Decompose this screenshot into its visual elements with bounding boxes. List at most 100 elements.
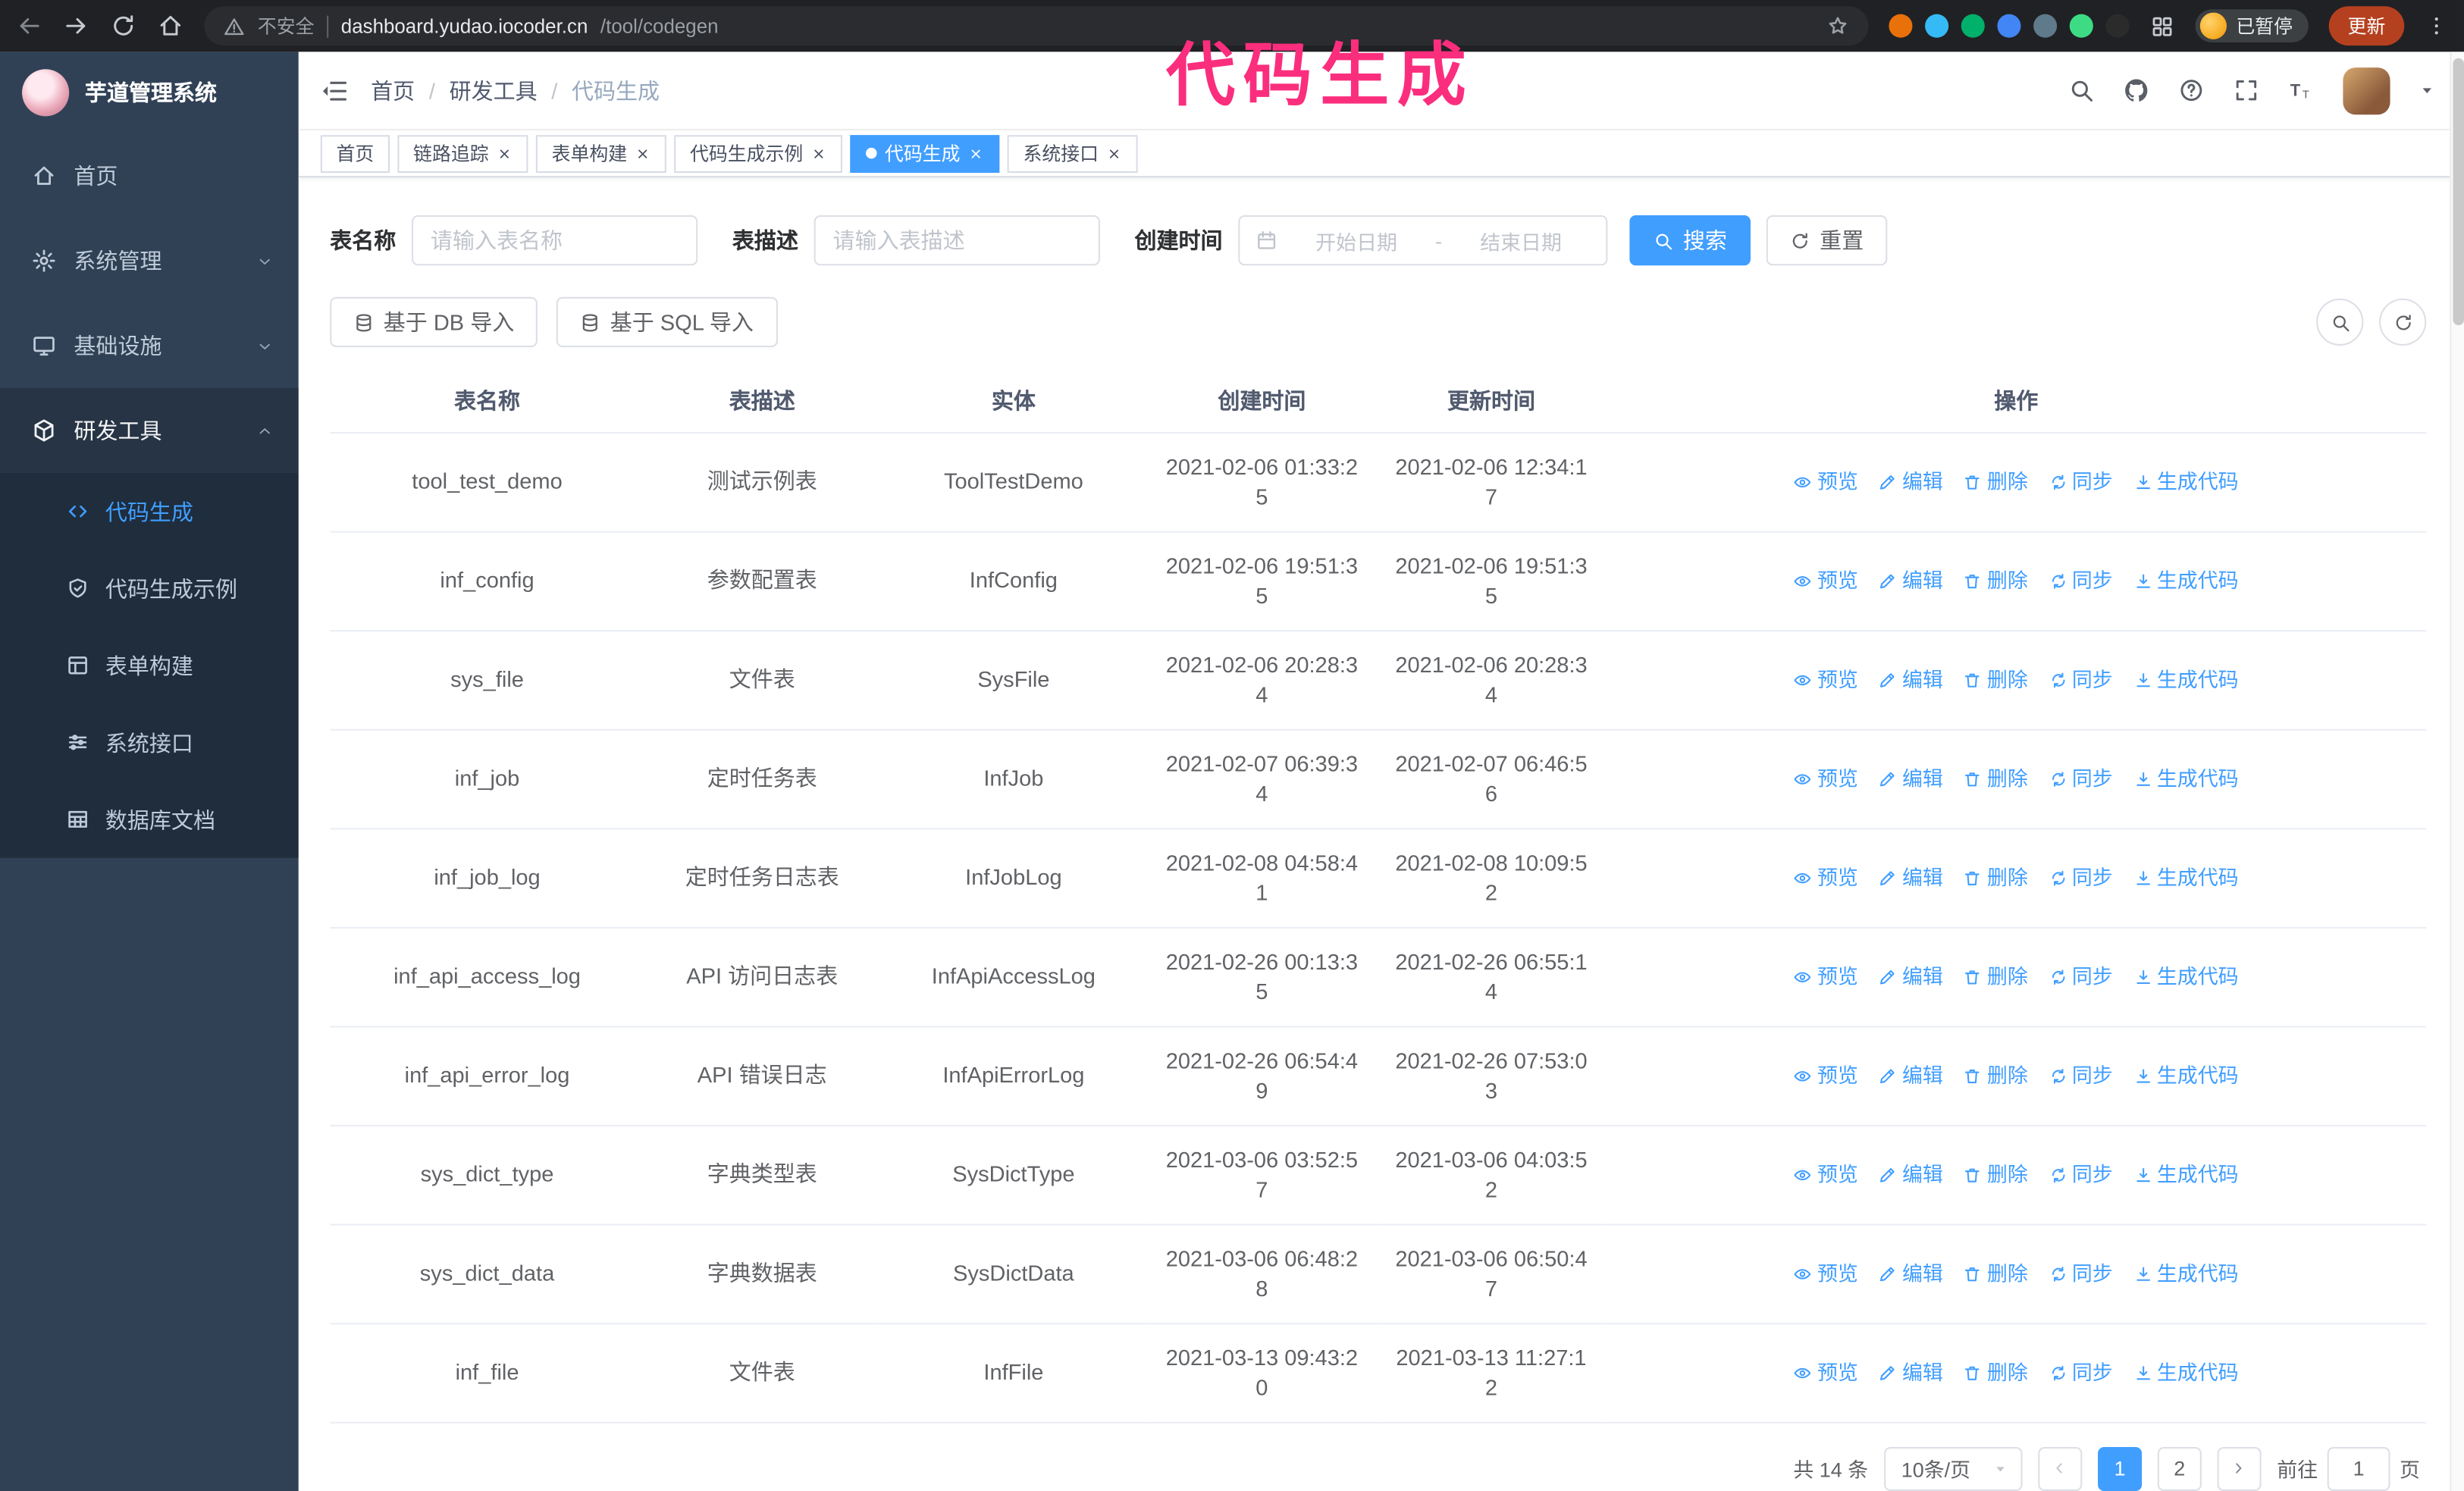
tab[interactable]: 表单构建 — [535, 134, 666, 172]
edit-action[interactable]: 编辑 — [1879, 1060, 1943, 1090]
refresh-table-button[interactable] — [2379, 298, 2427, 346]
next-page-button[interactable] — [2217, 1446, 2262, 1490]
table-desc-input[interactable] — [813, 215, 1100, 266]
sidebar-subitem[interactable]: 代码生成示例 — [0, 550, 299, 627]
sync-action[interactable]: 同步 — [2049, 863, 2113, 892]
preview-action[interactable]: 预览 — [1794, 763, 1858, 793]
edit-action[interactable]: 编辑 — [1879, 665, 1943, 694]
generate-code-action[interactable]: 生成代码 — [2133, 565, 2239, 595]
preview-action[interactable]: 预览 — [1794, 1258, 1858, 1288]
preview-action[interactable]: 预览 — [1794, 467, 1858, 496]
reload-icon[interactable] — [110, 13, 136, 39]
close-icon[interactable] — [811, 146, 827, 161]
preview-action[interactable]: 预览 — [1794, 1358, 1858, 1387]
import-db-button[interactable]: 基于 DB 导入 — [330, 296, 538, 348]
sync-action[interactable]: 同步 — [2049, 961, 2113, 991]
generate-code-action[interactable]: 生成代码 — [2133, 763, 2239, 793]
close-icon[interactable] — [968, 146, 984, 161]
breadcrumb-item[interactable]: 研发工具 — [450, 74, 538, 105]
preview-action[interactable]: 预览 — [1794, 565, 1858, 595]
extension-icon[interactable] — [2069, 14, 2093, 38]
generate-code-action[interactable]: 生成代码 — [2133, 1060, 2239, 1090]
page-scrollbar[interactable] — [2450, 52, 2464, 1491]
edit-action[interactable]: 编辑 — [1879, 1160, 1943, 1189]
bookmark-star-icon[interactable] — [1826, 14, 1849, 38]
sidebar-item[interactable]: 研发工具 — [0, 387, 299, 473]
sync-action[interactable]: 同步 — [2049, 1060, 2113, 1090]
browser-home-icon[interactable] — [157, 13, 183, 39]
tab[interactable]: 系统接口 — [1007, 134, 1138, 172]
logo[interactable]: 芋道管理系统 — [0, 52, 299, 133]
font-size-icon[interactable]: TT — [2288, 77, 2315, 104]
preview-action[interactable]: 预览 — [1794, 1060, 1858, 1090]
generate-code-action[interactable]: 生成代码 — [2133, 863, 2239, 892]
toggle-search-button[interactable] — [2316, 298, 2364, 346]
sidebar-subitem[interactable]: 代码生成 — [0, 473, 299, 550]
sidebar-item[interactable]: 基础设施 — [0, 303, 299, 388]
generate-code-action[interactable]: 生成代码 — [2133, 1358, 2239, 1387]
sidebar-subitem[interactable]: 表单构建 — [0, 627, 299, 704]
extension-icon[interactable] — [2105, 14, 2130, 38]
sync-action[interactable]: 同步 — [2049, 1358, 2113, 1387]
generate-code-action[interactable]: 生成代码 — [2133, 961, 2239, 991]
delete-action[interactable]: 删除 — [1964, 763, 2028, 793]
back-icon[interactable] — [16, 13, 42, 39]
chevron-down-icon[interactable] — [2419, 82, 2436, 99]
sync-action[interactable]: 同步 — [2049, 763, 2113, 793]
table-name-input[interactable] — [412, 215, 698, 266]
address-bar[interactable]: 不安全 dashboard.yudao.iocoder.cn/tool/code… — [204, 6, 1869, 46]
edit-action[interactable]: 编辑 — [1879, 565, 1943, 595]
page-button[interactable]: 2 — [2157, 1446, 2202, 1490]
github-icon[interactable] — [2123, 77, 2149, 104]
close-icon[interactable] — [497, 146, 513, 161]
sync-action[interactable]: 同步 — [2049, 565, 2113, 595]
delete-action[interactable]: 删除 — [1964, 1358, 2028, 1387]
fullscreen-icon[interactable] — [2233, 77, 2259, 104]
extension-icon[interactable] — [1997, 14, 2021, 38]
browser-update-button[interactable]: 更新 — [2328, 6, 2405, 46]
sync-action[interactable]: 同步 — [2049, 467, 2113, 496]
delete-action[interactable]: 删除 — [1964, 1060, 2028, 1090]
scrollbar-thumb[interactable] — [2453, 58, 2464, 326]
sidebar-subitem[interactable]: 系统接口 — [0, 704, 299, 782]
edit-action[interactable]: 编辑 — [1879, 1358, 1943, 1387]
page-size-select[interactable]: 10条/页 — [1883, 1446, 2023, 1490]
sync-action[interactable]: 同步 — [2049, 665, 2113, 694]
breadcrumb-item[interactable]: 首页 — [371, 74, 415, 105]
generate-code-action[interactable]: 生成代码 — [2133, 1258, 2239, 1288]
sidebar-item[interactable]: 首页 — [0, 133, 299, 218]
close-icon[interactable] — [635, 146, 650, 161]
delete-action[interactable]: 删除 — [1964, 467, 2028, 496]
sync-action[interactable]: 同步 — [2049, 1258, 2113, 1288]
tab[interactable]: 代码生成 — [850, 134, 1000, 172]
preview-action[interactable]: 预览 — [1794, 961, 1858, 991]
extension-icon[interactable] — [1924, 14, 1949, 38]
preview-action[interactable]: 预览 — [1794, 665, 1858, 694]
extension-icon[interactable] — [2033, 14, 2058, 38]
delete-action[interactable]: 删除 — [1964, 665, 2028, 694]
generate-code-action[interactable]: 生成代码 — [2133, 467, 2239, 496]
delete-action[interactable]: 删除 — [1964, 863, 2028, 892]
user-avatar[interactable] — [2343, 67, 2390, 114]
reset-button[interactable]: 重置 — [1766, 215, 1888, 266]
preview-action[interactable]: 预览 — [1794, 1160, 1858, 1189]
import-sql-button[interactable]: 基于 SQL 导入 — [556, 296, 777, 348]
generate-code-action[interactable]: 生成代码 — [2133, 1160, 2239, 1189]
edit-action[interactable]: 编辑 — [1879, 961, 1943, 991]
sidebar-subitem[interactable]: 数据库文档 — [0, 781, 299, 858]
date-range-picker[interactable]: 开始日期 - 结束日期 — [1238, 215, 1608, 266]
extension-icon[interactable] — [1889, 14, 1913, 38]
delete-action[interactable]: 删除 — [1964, 961, 2028, 991]
delete-action[interactable]: 删除 — [1964, 1258, 2028, 1288]
edit-action[interactable]: 编辑 — [1879, 467, 1943, 496]
forward-icon[interactable] — [63, 13, 89, 39]
tab[interactable]: 首页 — [320, 134, 390, 172]
profile-chip[interactable]: 已暂停 — [2195, 9, 2309, 42]
page-button[interactable]: 1 — [2097, 1446, 2143, 1490]
search-button[interactable]: 搜索 — [1629, 215, 1751, 266]
edit-action[interactable]: 编辑 — [1879, 863, 1943, 892]
close-icon[interactable] — [1106, 146, 1122, 161]
tab[interactable]: 链路追踪 — [397, 134, 528, 172]
preview-action[interactable]: 预览 — [1794, 863, 1858, 892]
help-icon[interactable] — [2178, 77, 2205, 104]
